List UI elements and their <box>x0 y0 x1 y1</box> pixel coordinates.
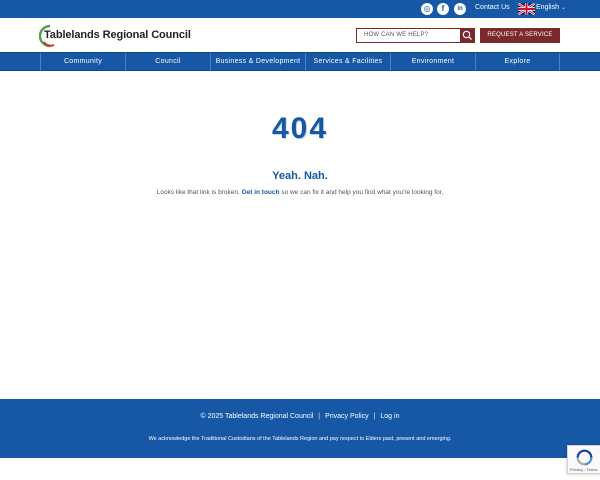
recaptcha-badge[interactable]: Privacy - Terms <box>567 445 600 474</box>
copyright: © 2025 Tablelands Regional Council <box>200 413 314 420</box>
nav-item-services-facilities[interactable]: Services & Facilities <box>305 53 390 71</box>
error-message: Looks like that link is broken. Get in t… <box>0 189 600 196</box>
nav-item-council[interactable]: Council <box>125 53 210 71</box>
top-utility-bar: ◎ f in Contact Us English ⌄ <box>0 0 600 18</box>
footer-separator: | <box>373 413 376 420</box>
nav-item-community[interactable]: Community <box>40 53 125 71</box>
instagram-icon[interactable]: ◎ <box>421 3 433 15</box>
uk-flag-icon[interactable] <box>518 3 535 15</box>
error-message-text: Looks like that link is broken. <box>156 189 240 196</box>
request-service-button[interactable]: REQUEST A SERVICE <box>480 28 560 43</box>
nav-item-explore[interactable]: Explore <box>475 53 560 71</box>
main-nav: Community Council Business & Development… <box>0 52 600 71</box>
error-message-text-end: so we can fix it and help you find what … <box>281 189 444 196</box>
recaptcha-icon <box>576 449 593 466</box>
language-selector[interactable]: English <box>536 4 559 11</box>
footer: © 2025 Tablelands Regional Council | Pri… <box>0 399 600 458</box>
privacy-policy-link[interactable]: Privacy Policy <box>325 413 369 420</box>
recaptcha-legal[interactable]: Privacy - Terms <box>570 467 597 472</box>
footer-links: © 2025 Tablelands Regional Council | Pri… <box>0 413 600 420</box>
acknowledgement-of-country: We acknowledge the Traditional Custodian… <box>148 436 452 442</box>
error-title: Yeah. Nah. <box>272 170 328 182</box>
search-input[interactable]: HOW CAN WE HELP? <box>356 28 461 43</box>
nav-item-environment[interactable]: Environment <box>390 53 475 71</box>
footer-separator: | <box>318 413 321 420</box>
site-name[interactable]: Tablelands Regional Council <box>44 29 191 41</box>
get-in-touch-link[interactable]: Get in touch <box>242 189 280 196</box>
facebook-icon[interactable]: f <box>437 3 449 15</box>
nav-item-business-development[interactable]: Business & Development <box>210 53 305 71</box>
search-button[interactable] <box>460 28 475 43</box>
search-icon <box>462 30 472 40</box>
login-link[interactable]: Log in <box>380 413 399 420</box>
contact-us-link[interactable]: Contact Us <box>475 4 510 11</box>
error-code: 404 <box>271 112 329 145</box>
linkedin-icon[interactable]: in <box>454 3 466 15</box>
chevron-down-icon[interactable]: ⌄ <box>561 4 566 11</box>
